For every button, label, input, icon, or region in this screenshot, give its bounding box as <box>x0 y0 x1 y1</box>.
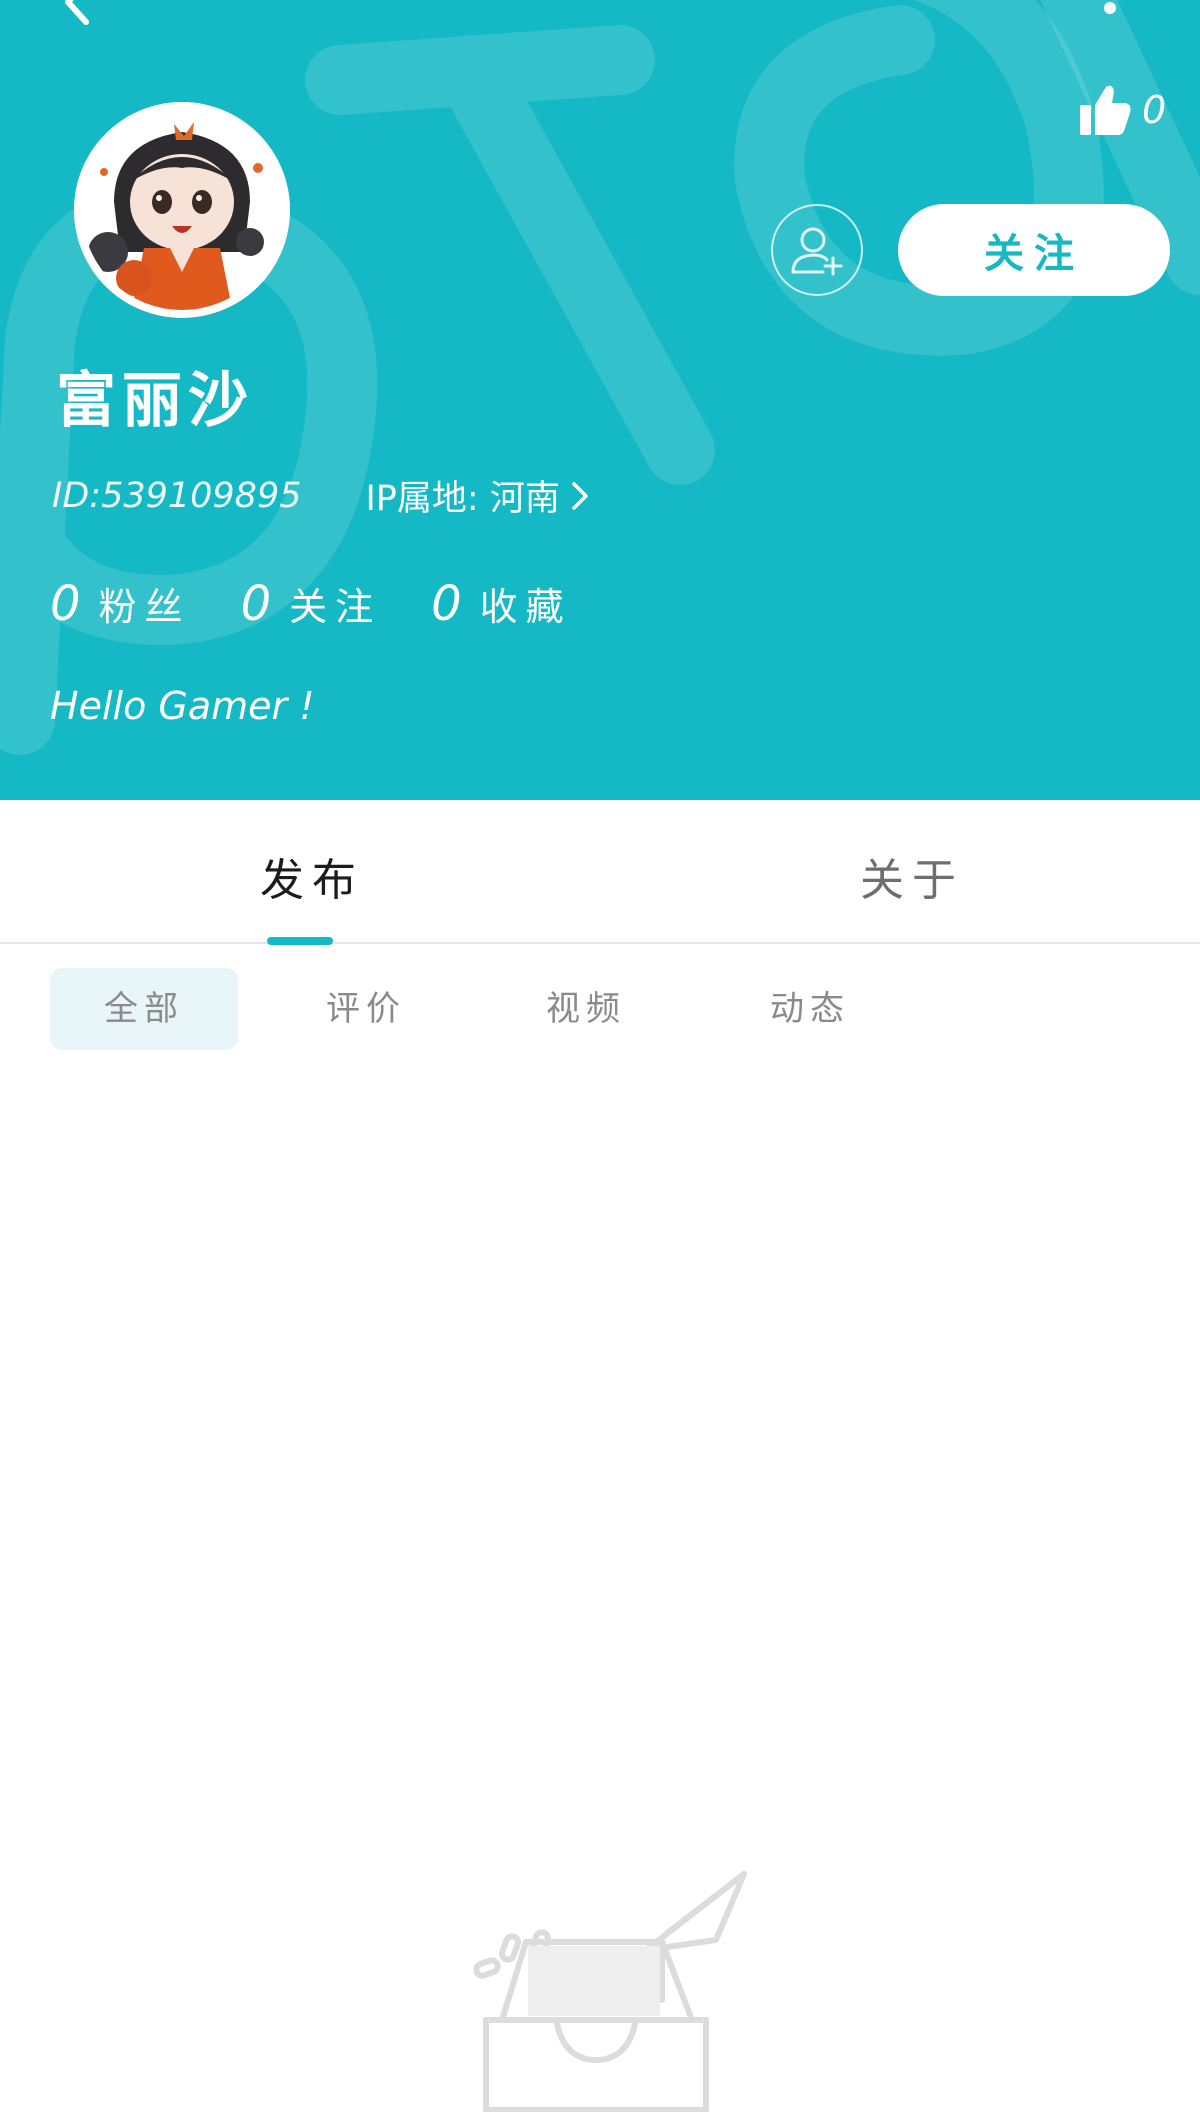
likes-count: 0 <box>1142 88 1167 132</box>
more-icon[interactable] <box>1090 0 1130 14</box>
stat-value: 0 <box>240 576 272 632</box>
avatar-image <box>74 102 290 318</box>
stat-favorites[interactable]: 0 收藏 <box>431 576 572 632</box>
stat-value: 0 <box>431 576 462 632</box>
username: 富丽沙 <box>56 366 254 436</box>
avatar[interactable] <box>74 102 290 318</box>
add-friend-button[interactable] <box>771 204 863 296</box>
add-friend-icon <box>791 227 843 276</box>
tab-publish[interactable]: 发布 <box>260 844 364 908</box>
stat-following[interactable]: 0 关注 <box>241 576 382 632</box>
stat-label: 收藏 <box>479 585 572 629</box>
thumbs-up-icon <box>1080 85 1131 135</box>
filter-review[interactable]: 评价 <box>326 968 406 1050</box>
likes-indicator[interactable]: 0 <box>1078 80 1166 140</box>
back-icon[interactable] <box>50 0 106 30</box>
filter-video[interactable]: 视频 <box>546 968 626 1050</box>
follow-button[interactable]: 关注 <box>898 204 1170 296</box>
chevron-right-icon <box>572 481 588 510</box>
ip-location-link[interactable]: IP属地: 河南 <box>365 470 589 521</box>
filter-feed[interactable]: 动态 <box>770 968 850 1050</box>
stats-row: 0 粉丝 0 关注 0 收藏 <box>50 576 622 632</box>
empty-state-icon <box>473 1871 747 2112</box>
profile-header: 0 关注 富丽沙 ID:539109895 IP属地: 河南 0 粉丝 0 关注… <box>0 0 1200 800</box>
filter-all[interactable]: 全部 <box>50 968 238 1050</box>
content-tabs: 发布 关于 <box>0 800 1200 945</box>
bio-text: Hello Gamer ! <box>50 684 315 728</box>
stat-value: 0 <box>50 576 81 632</box>
id-line: ID:539109895 IP属地: 河南 <box>52 470 590 521</box>
user-id: ID:539109895 <box>52 475 302 516</box>
active-tab-indicator <box>267 937 333 945</box>
stat-label: 关注 <box>289 585 382 629</box>
filter-chips: 全部 评价 视频 动态 <box>0 968 1200 1052</box>
stat-label: 粉丝 <box>98 585 191 629</box>
ip-location-text: IP属地: 河南 <box>365 479 560 519</box>
stat-fans[interactable]: 0 粉丝 <box>50 576 191 632</box>
tab-about[interactable]: 关于 <box>860 844 964 908</box>
